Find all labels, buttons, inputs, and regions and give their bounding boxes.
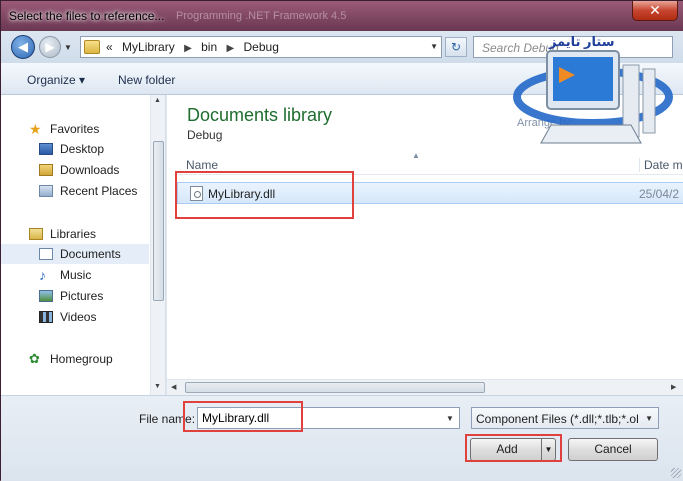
sidebar-group-label: Homegroup: [50, 352, 113, 366]
library-title: Documents library: [187, 105, 333, 125]
forward-button[interactable]: ▶: [39, 36, 61, 58]
sidebar-item-label: Documents: [60, 247, 121, 261]
column-name[interactable]: Name: [186, 158, 218, 172]
dll-file-icon: [190, 186, 203, 201]
breadcrumb-bin[interactable]: bin: [201, 40, 217, 54]
navigation-scrollbar[interactable]: ▲ ▼: [150, 95, 165, 395]
sidebar-item-label: Music: [60, 268, 92, 282]
music-icon: ♪: [39, 267, 46, 283]
homegroup-icon: ✿: [29, 351, 40, 366]
library-subtitle: Debug: [187, 128, 223, 142]
breadcrumb: « MyLibrary ▶ bin ▶ Debug: [106, 40, 285, 54]
back-arrow-icon: ◀: [18, 39, 28, 54]
file-type-value: Component Files (*.dll;*.tlb;*.ol: [476, 412, 639, 426]
background-window-title: Programming .NET Framework 4.5: [176, 10, 347, 22]
sidebar-item-label: Pictures: [60, 289, 104, 303]
horizontal-scrollbar[interactable]: ◀ ▶: [167, 379, 683, 395]
file-name-label: File name:: [139, 412, 196, 426]
videos-icon: [39, 311, 53, 323]
recent-locations-dropdown-icon[interactable]: ▼: [64, 43, 72, 52]
file-type-select[interactable]: Component Files (*.dll;*.tlb;*.ol ▼: [471, 407, 659, 429]
cancel-button[interactable]: Cancel: [568, 438, 658, 461]
sidebar-item-homegroup[interactable]: ✿ Homegroup: [1, 349, 149, 369]
scroll-up-icon[interactable]: ▲: [154, 97, 161, 104]
back-button[interactable]: ◀: [11, 35, 35, 59]
sidebar-group-label: Libraries: [50, 227, 97, 241]
add-button[interactable]: Add ▼: [470, 438, 556, 461]
refresh-icon: ↻: [450, 40, 462, 54]
window-title: Select the files to reference...: [9, 9, 165, 23]
sidebar-item-desktop[interactable]: Desktop: [1, 139, 149, 159]
file-date: 25/04/2: [639, 187, 680, 201]
watermark-text: ستار تايمز: [549, 34, 615, 49]
file-row[interactable]: MyLibrary.dll 25/04/2: [177, 182, 683, 204]
scrollbar-thumb[interactable]: [153, 141, 164, 301]
add-split-dropdown-icon[interactable]: ▼: [541, 439, 555, 460]
resize-grip[interactable]: [671, 468, 681, 478]
dialog-footer: File name: ▼ Component Files (*.dll;*.tl…: [1, 395, 683, 481]
breadcrumb-debug[interactable]: Debug: [244, 40, 279, 54]
file-dialog: Select the files to reference... Program…: [0, 0, 683, 481]
file-name: MyLibrary.dll: [208, 187, 276, 201]
chevron-right-icon[interactable]: ▶: [184, 43, 192, 54]
address-bar[interactable]: « MyLibrary ▶ bin ▶ Debug ▼: [80, 36, 442, 58]
chevron-right-icon[interactable]: ▶: [226, 43, 234, 54]
chevron-down-icon[interactable]: ▼: [645, 414, 653, 423]
desktop-icon: [39, 143, 53, 155]
breadcrumb-mylibrary[interactable]: MyLibrary: [122, 40, 175, 54]
libraries-icon: [29, 228, 43, 240]
address-dropdown-icon[interactable]: ▼: [430, 42, 438, 51]
sidebar-item-downloads[interactable]: Downloads: [1, 160, 149, 180]
sidebar-item-music[interactable]: ♪ Music: [1, 265, 149, 285]
scrollbar-thumb[interactable]: [185, 382, 485, 393]
sidebar-item-recent-places[interactable]: Recent Places: [1, 181, 149, 201]
breadcrumb-overflow[interactable]: «: [106, 40, 113, 54]
sidebar-item-libraries[interactable]: Libraries: [1, 224, 149, 244]
organize-button[interactable]: Organize ▾: [27, 73, 85, 87]
scroll-right-icon[interactable]: ▶: [671, 383, 676, 391]
pictures-icon: [39, 290, 53, 302]
file-name-input[interactable]: [197, 407, 460, 429]
scroll-left-icon[interactable]: ◀: [171, 383, 176, 391]
refresh-button[interactable]: ↻: [445, 37, 467, 57]
sidebar-item-label: Videos: [60, 310, 97, 324]
star-icon: ★: [29, 121, 42, 137]
documents-icon: [39, 248, 53, 260]
sidebar-item-pictures[interactable]: Pictures: [1, 286, 149, 306]
file-name-dropdown-icon[interactable]: ▼: [446, 414, 454, 423]
sort-caret-icon: ▲: [412, 151, 420, 160]
column-date-modified[interactable]: Date m: [639, 158, 683, 172]
forward-arrow-icon: ▶: [45, 40, 55, 54]
sidebar-item-favorites[interactable]: ★ Favorites: [1, 119, 149, 139]
new-folder-button[interactable]: New folder: [118, 73, 175, 87]
sidebar-item-label: Recent Places: [60, 184, 138, 198]
sidebar-item-documents[interactable]: Documents: [1, 244, 149, 264]
sidebar-group-label: Favorites: [50, 122, 100, 136]
add-button-label: Add: [496, 442, 518, 456]
downloads-folder-icon: [39, 164, 53, 176]
sidebar-item-videos[interactable]: Videos: [1, 307, 149, 327]
sidebar-item-label: Desktop: [60, 142, 105, 156]
recent-places-icon: [39, 185, 53, 197]
site-logo-watermark: [513, 50, 673, 144]
scroll-down-icon[interactable]: ▼: [154, 383, 161, 390]
folder-icon: [84, 40, 100, 54]
navigation-pane: ★ Favorites Desktop Downloads Recent Pla…: [1, 95, 166, 395]
sidebar-item-label: Downloads: [60, 163, 120, 177]
